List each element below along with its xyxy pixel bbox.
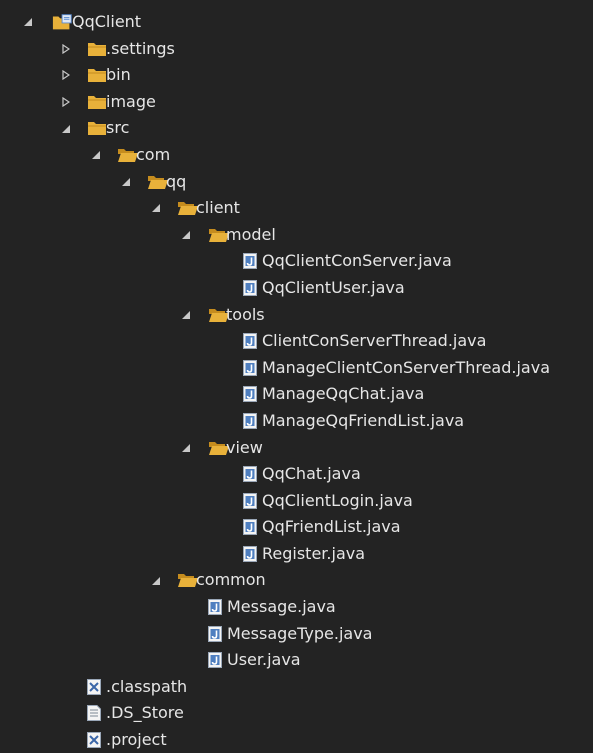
tree-item-label: ManageQqFriendList.java [262,410,465,430]
collapse-arrow-icon[interactable] [150,567,162,594]
tree-item-label: model [226,224,276,244]
tree-item-folder[interactable]: common [0,567,593,594]
tree-item-label: .classpath [106,676,188,696]
collapse-arrow-icon[interactable] [90,142,102,169]
tree-item-label: QqFriendList.java [262,517,401,537]
tree-item-label: Message.java [227,597,336,617]
tree-item-folder[interactable]: qq [0,169,593,196]
project-folder-icon [52,13,74,31]
tree-item-label: Register.java [262,543,366,563]
tree-item-label: .project [106,730,167,750]
tree-item-folder[interactable]: image [0,89,593,116]
tree-item-file[interactable]: ManageQqChat.java [0,381,593,408]
project-tree: QqClient .settings bin image src com qq client m… [0,9,593,753]
tree-item-label: QqChat.java [262,464,361,484]
tree-item-file[interactable]: ManageClientConServerThread.java [0,355,593,382]
expand-arrow-icon[interactable] [60,89,72,116]
tree-item-label: ClientConServerThread.java [262,331,487,351]
tree-item-file[interactable]: User.java [0,647,593,674]
tree-item-folder[interactable]: client [0,195,593,222]
tree-item-file[interactable]: .DS_Store [0,700,593,727]
tree-item-label: .settings [106,38,175,58]
collapse-arrow-icon[interactable] [180,435,192,462]
tree-item-label: view [226,437,263,457]
tree-item-label: MessageType.java [227,623,373,643]
tree-item-file[interactable]: QqClientUser.java [0,275,593,302]
tree-item-label: tools [226,304,265,324]
tree-item-file[interactable]: ClientConServerThread.java [0,328,593,355]
tree-item-folder[interactable]: com [0,142,593,169]
tree-item-file[interactable]: .classpath [0,674,593,701]
tree-item-label: bin [106,65,131,85]
tree-item-folder[interactable]: model [0,222,593,249]
package-explorer: QqClient .settings bin image src com qq client m… [0,0,593,753]
tree-item-file[interactable]: QqChat.java [0,461,593,488]
tree-item-file[interactable]: .project [0,727,593,753]
collapse-arrow-icon[interactable] [60,115,72,142]
tree-item-label: QqClientLogin.java [262,490,413,510]
tree-item-label: QqClientConServer.java [262,251,452,271]
collapse-arrow-icon[interactable] [150,195,162,222]
tree-item-folder[interactable]: .settings [0,36,593,63]
expand-arrow-icon[interactable] [60,62,72,89]
expand-arrow-icon[interactable] [60,36,72,63]
tree-item-file[interactable]: QqClientLogin.java [0,488,593,515]
collapse-arrow-icon[interactable] [22,9,34,36]
collapse-arrow-icon[interactable] [120,169,132,196]
tree-item-folder[interactable]: QqClient [0,9,593,36]
tree-item-label: .DS_Store [106,703,184,723]
tree-item-folder[interactable]: bin [0,62,593,89]
tree-item-file[interactable]: Register.java [0,541,593,568]
tree-item-label: com [136,144,171,164]
tree-item-folder[interactable]: view [0,435,593,462]
tree-item-label: image [106,91,156,111]
tree-item-label: ManageClientConServerThread.java [262,357,550,377]
tree-item-label: QqClient [72,12,142,31]
tree-item-folder[interactable]: src [0,115,593,142]
tree-item-file[interactable]: Message.java [0,594,593,621]
tree-item-file[interactable]: QqFriendList.java [0,514,593,541]
tree-item-label: common [196,570,266,590]
collapse-arrow-icon[interactable] [180,222,192,249]
tree-item-file[interactable]: MessageType.java [0,621,593,648]
tree-item-label: ManageQqChat.java [262,384,425,404]
tree-item-file[interactable]: ManageQqFriendList.java [0,408,593,435]
tree-item-label: QqClientUser.java [262,277,405,297]
tree-item-label: client [196,198,240,218]
tree-item-label: qq [166,171,187,191]
tree-item-label: User.java [227,650,301,670]
collapse-arrow-icon[interactable] [180,302,192,329]
tree-item-label: src [106,118,130,138]
tree-item-file[interactable]: QqClientConServer.java [0,248,593,275]
tree-item-folder[interactable]: tools [0,302,593,329]
